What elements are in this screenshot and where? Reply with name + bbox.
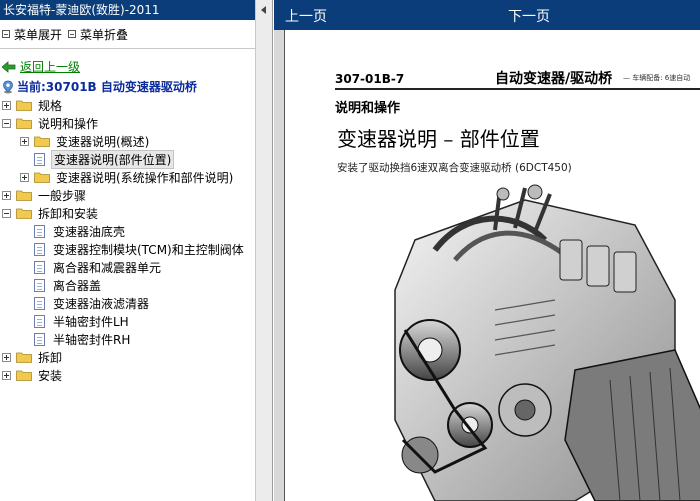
doc-heading: 自动变速器/驱动桥	[495, 71, 613, 87]
back-arrow-icon	[2, 60, 16, 73]
divider	[0, 48, 255, 49]
document-icon	[34, 242, 45, 256]
document-icon	[34, 224, 45, 238]
back-link[interactable]: 返回上一级	[20, 58, 80, 75]
tree-item[interactable]: 半轴密封件LH	[0, 312, 255, 330]
tree-item-label: 离合器和减震器单元	[53, 260, 162, 275]
expand-node-icon[interactable]	[2, 190, 11, 200]
expand-node-icon[interactable]	[20, 172, 29, 182]
next-page-button[interactable]: 下一页	[508, 6, 550, 26]
back-row: 返回上一级	[2, 58, 80, 75]
document-icon	[34, 296, 45, 310]
tree-item-label: 说明和操作	[38, 116, 99, 131]
collapse-node-icon[interactable]	[2, 208, 11, 218]
tree-item-label: 变速器油底壳	[53, 224, 126, 239]
expand-icon	[2, 30, 10, 38]
collapse-node-icon[interactable]	[2, 118, 11, 128]
navigation-pane: 长安福特-蒙迪欧(致胜)-2011 菜单展开 菜单折叠 返回上一级 当前:307…	[0, 0, 255, 501]
tree-item[interactable]: 变速器说明(概述)	[0, 132, 255, 150]
current-location-label: 当前:30701B 自动变速器驱动桥	[17, 80, 197, 94]
tree-item[interactable]: 拆卸	[0, 348, 255, 366]
tree-item-label: 规格	[38, 98, 63, 113]
page-title: 变速器说明 – 部件位置	[337, 127, 540, 151]
expand-all-button[interactable]: 菜单展开	[2, 26, 62, 43]
tree-item-label: 半轴密封件LH	[53, 314, 129, 329]
tree-item[interactable]: 变速器油底壳	[0, 222, 255, 240]
tree-item-label: 变速器说明(概述)	[56, 134, 150, 149]
folder-icon	[16, 369, 32, 381]
prev-page-button[interactable]: 上一页	[285, 6, 327, 26]
document-icon	[34, 278, 45, 292]
tree-item[interactable]: 半轴密封件RH	[0, 330, 255, 348]
collapse-all-label: 菜单折叠	[80, 27, 129, 42]
app-window: 长安福特-蒙迪欧(致胜)-2011 菜单展开 菜单折叠 返回上一级 当前:307…	[0, 0, 700, 501]
tree-item-label: 拆卸	[38, 350, 63, 365]
current-location: 当前:30701B 自动变速器驱动桥	[2, 78, 197, 95]
header-rule	[335, 88, 700, 90]
tree-item-label: 变速器油液滤清器	[53, 296, 150, 311]
menu-toggle-row: 菜单展开 菜单折叠	[0, 20, 255, 48]
tree-item[interactable]: 安装	[0, 366, 255, 384]
expand-node-icon[interactable]	[2, 352, 11, 362]
doc-subheading: — 车辆配备: 6速自动	[623, 74, 691, 82]
document-icon	[34, 260, 45, 274]
tree-item-label: 变速器说明(部件位置)	[51, 149, 175, 169]
vehicle-title: 长安福特-蒙迪欧(致胜)-2011	[0, 0, 255, 20]
location-pin-icon	[3, 80, 13, 93]
document-icon	[34, 332, 45, 346]
collapse-icon	[68, 30, 77, 38]
expand-node-icon[interactable]	[20, 136, 29, 146]
tree-item-label: 一般步骤	[38, 188, 87, 203]
folder-open-icon	[16, 207, 32, 219]
tree-item[interactable]: 规格	[0, 96, 255, 114]
expand-node-icon[interactable]	[2, 370, 11, 380]
tree-item[interactable]: 变速器说明(部件位置)	[0, 149, 255, 169]
folder-open-icon	[16, 117, 32, 129]
document-icon	[34, 314, 45, 328]
tree-item-label: 半轴密封件RH	[53, 332, 131, 347]
document-pane: 上一页 下一页 307-01B-7 自动变速器/驱动桥 — 车辆配备: 6速自动…	[274, 0, 700, 501]
pane-splitter[interactable]	[255, 0, 273, 501]
expand-node-icon[interactable]	[2, 100, 11, 110]
folder-icon	[16, 99, 32, 111]
tree-item[interactable]: 拆卸和安装	[0, 204, 255, 222]
tree-item[interactable]: 变速器控制模块(TCM)和主控制阀体	[0, 240, 255, 258]
folder-icon	[34, 135, 50, 147]
page-nav-bar: 上一页 下一页	[274, 0, 700, 30]
tree-item-label: 变速器控制模块(TCM)和主控制阀体	[53, 242, 244, 257]
expand-all-label: 菜单展开	[14, 27, 63, 42]
tree-item[interactable]: 离合器盖	[0, 276, 255, 294]
folder-icon	[16, 351, 32, 363]
tree-item-label: 拆卸和安装	[38, 206, 99, 221]
collapse-left-icon[interactable]	[259, 6, 269, 14]
section-title: 说明和操作	[335, 101, 401, 116]
tree-item[interactable]: 一般步骤	[0, 186, 255, 204]
document-page: 307-01B-7 自动变速器/驱动桥 — 车辆配备: 6速自动 说明和操作 变…	[284, 30, 700, 501]
folder-icon	[34, 171, 50, 183]
document-icon	[34, 152, 45, 166]
tree-item-label: 安装	[38, 368, 63, 383]
menu-tree: 规格说明和操作变速器说明(概述) 变速器说明(部件位置) 变速器说明(系统操作和部件…	[0, 96, 255, 384]
tree-item-label: 离合器盖	[53, 278, 102, 293]
doc-code: 307-01B-7	[335, 72, 405, 86]
collapse-all-button[interactable]: 菜单折叠	[68, 26, 128, 43]
tree-item[interactable]: 说明和操作	[0, 114, 255, 132]
tree-item[interactable]: 变速器油液滤清器	[0, 294, 255, 312]
folder-icon	[16, 189, 32, 201]
transaxle-illustration	[394, 184, 700, 501]
tree-item-label: 变速器说明(系统操作和部件说明)	[56, 170, 234, 185]
tree-item[interactable]: 变速器说明(系统操作和部件说明)	[0, 168, 255, 186]
figure-caption: 安装了驱动换挡6速双离合变速驱动桥 (6DCT450)	[337, 162, 572, 174]
tree-item[interactable]: 离合器和减震器单元	[0, 258, 255, 276]
